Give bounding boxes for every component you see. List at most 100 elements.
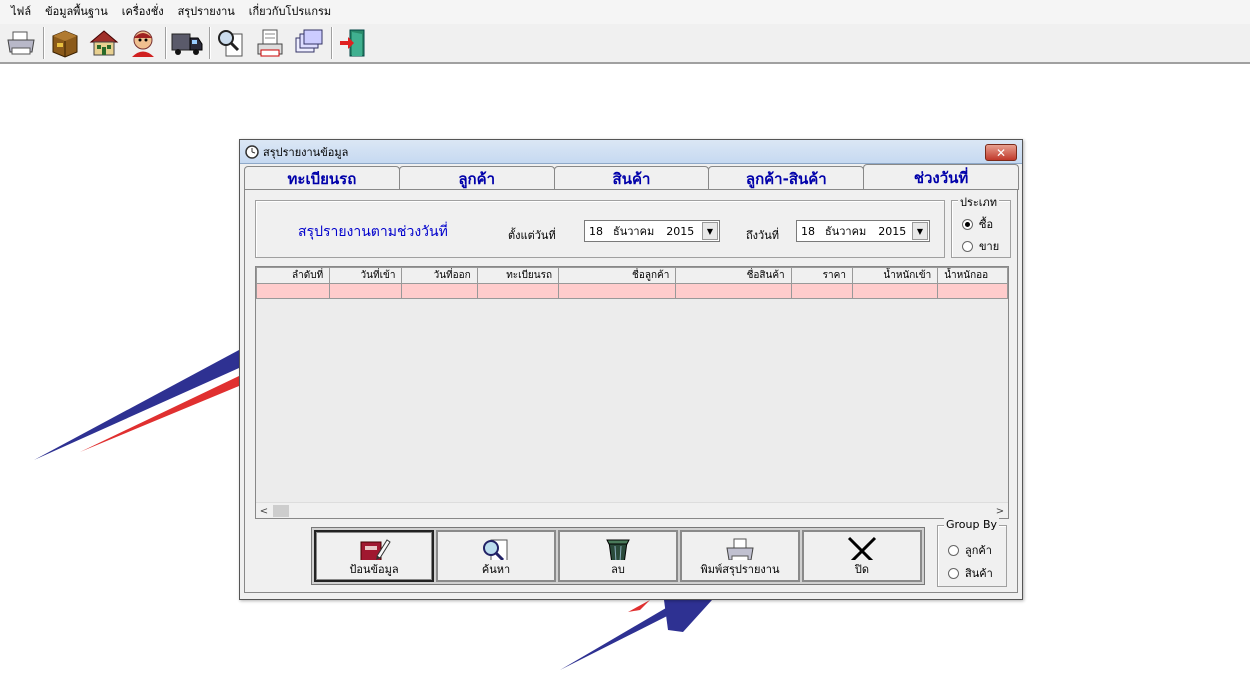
scroll-left-icon[interactable]: <	[256, 504, 272, 518]
to-date-picker[interactable]: 18 ธันวาคม 2015 ▼	[796, 220, 930, 242]
print-report-label: พิมพ์สรุปรายงาน	[700, 563, 780, 576]
report-dialog: สรุปรายงานข้อมูล ✕ ทะเบียนรถ ลูกค้า สินค…	[239, 139, 1023, 600]
tab-product[interactable]: สินค้า	[553, 166, 710, 190]
filter-box: สรุปรายงานตามช่วงวันที่ ตั้งแต่วันที่ 18…	[255, 200, 945, 258]
report-table: ลำดับที่ วันที่เข้า วันที่ออก ทะเบียนรถ …	[256, 267, 1008, 299]
box-icon	[52, 30, 78, 58]
from-month: ธันวาคม	[613, 225, 655, 238]
scroll-right-icon[interactable]: >	[992, 504, 1008, 518]
type-sell-label: ขาย	[979, 240, 1000, 253]
toolbar-separator	[43, 27, 45, 59]
column-header[interactable]: วันที่ออก	[401, 267, 478, 284]
printer-icon	[7, 31, 35, 55]
search-button[interactable]: ค้นหา	[436, 530, 556, 582]
dialog-title: สรุปรายงานข้อมูล	[263, 145, 349, 159]
group-by-customer-radio[interactable]: ลูกค้า	[948, 541, 992, 559]
type-buy-label: ซื้อ	[979, 218, 994, 231]
group-by-customer-label: ลูกค้า	[965, 544, 992, 557]
toolbar-customer-button[interactable]	[87, 26, 121, 60]
house-icon	[89, 30, 119, 56]
radio-empty-icon	[962, 240, 973, 252]
type-sell-radio[interactable]: ขาย	[962, 237, 999, 255]
group-by-product-radio[interactable]: สินค้า	[948, 564, 993, 582]
type-group: ประเภท ซื้อ ขาย	[951, 193, 1011, 258]
group-by-legend: Group By	[944, 518, 1000, 531]
table-cell[interactable]	[558, 283, 677, 299]
menu-master-data[interactable]: ข้อมูลพื้นฐาน	[38, 0, 115, 24]
tab-vehicle[interactable]: ทะเบียนรถ	[244, 166, 400, 190]
close-button[interactable]: ปิด	[802, 530, 922, 582]
person-icon	[132, 30, 154, 57]
table-cell[interactable]	[937, 283, 1008, 299]
menu-reports[interactable]: สรุปรายงาน	[171, 0, 242, 24]
toolbar-print-report-button[interactable]	[253, 26, 287, 60]
chevron-down-icon[interactable]: ▼	[912, 222, 928, 240]
toolbar-scale-button[interactable]	[170, 26, 204, 60]
report-title: สรุปรายงานตามช่วงวันที่	[298, 224, 448, 240]
toolbar-separator	[165, 27, 167, 59]
column-header[interactable]: ชื่อสินค้า	[675, 267, 792, 284]
dialog-close-button[interactable]: ✕	[985, 144, 1017, 161]
table-cell[interactable]	[790, 283, 853, 299]
close-x-icon	[847, 536, 877, 560]
toolbar-user-button[interactable]	[126, 26, 160, 60]
toolbar-separator	[209, 27, 211, 59]
to-day: 18	[801, 224, 815, 238]
to-date-label: ถึงวันที่	[746, 229, 779, 242]
report-grid[interactable]: ลำดับที่ วันที่เข้า วันที่ออก ทะเบียนรถ …	[255, 266, 1009, 519]
toolbar-product-button[interactable]	[48, 26, 82, 60]
menu-scale[interactable]: เครื่องชั่ง	[115, 0, 171, 24]
table-row[interactable]	[256, 283, 1008, 299]
tab-customer-product[interactable]: ลูกค้า-สินค้า	[708, 166, 865, 190]
tab-date-range[interactable]: ช่วงวันที่	[863, 164, 1019, 190]
from-date-label: ตั้งแต่วันที่	[508, 229, 556, 242]
column-header[interactable]: น้ำหนักออ	[937, 267, 1008, 284]
toolbar-report-button[interactable]	[292, 26, 326, 60]
horizontal-scrollbar[interactable]: < >	[256, 502, 1008, 518]
printer-icon	[726, 538, 754, 560]
column-header[interactable]: ราคา	[790, 267, 853, 284]
enter-data-label: ป้อนข้อมูล	[349, 563, 399, 576]
scroll-thumb[interactable]	[273, 505, 289, 517]
type-group-legend: ประเภท	[958, 193, 1000, 211]
print-doc-icon	[257, 29, 283, 57]
column-header[interactable]: ลำดับที่	[256, 267, 331, 284]
from-date-picker[interactable]: 18 ธันวาคม 2015 ▼	[584, 220, 720, 242]
close-icon: ✕	[995, 145, 1007, 160]
group-by-product-label: สินค้า	[965, 567, 993, 580]
tab-customer[interactable]: ลูกค้า	[398, 166, 555, 190]
toolbar-separator	[331, 27, 333, 59]
to-year: 2015	[878, 224, 907, 238]
print-report-button[interactable]: พิมพ์สรุปรายงาน	[680, 530, 800, 582]
table-cell[interactable]	[476, 283, 560, 299]
table-cell[interactable]	[401, 283, 478, 299]
app-clock-icon	[245, 144, 259, 159]
column-header[interactable]: วันที่เข้า	[329, 267, 403, 284]
column-header[interactable]: น้ำหนักเข้า	[851, 267, 939, 284]
close-label: ปิด	[854, 563, 870, 576]
menubar: ไฟล์ ข้อมูลพื้นฐาน เครื่องชั่ง สรุปรายงา…	[0, 0, 1250, 24]
toolbar-search-button[interactable]	[214, 26, 248, 60]
truck-icon	[171, 33, 203, 55]
type-buy-radio[interactable]: ซื้อ	[962, 215, 993, 233]
menu-file[interactable]: ไฟล์	[4, 0, 38, 24]
table-header-row: ลำดับที่ วันที่เข้า วันที่ออก ทะเบียนรถ …	[256, 267, 1008, 284]
delete-button[interactable]: ลบ	[558, 530, 678, 582]
report-tabs: ทะเบียนรถ ลูกค้า สินค้า ลูกค้า-สินค้า ช่…	[244, 164, 1019, 190]
menu-about[interactable]: เกี่ยวกับโปรแกรม	[242, 0, 338, 24]
column-header[interactable]: ชื่อลูกค้า	[558, 267, 677, 284]
toolbar	[0, 24, 1250, 64]
table-cell[interactable]	[256, 283, 331, 299]
action-button-bar: ป้อนข้อมูล ค้นหา ลบ พิมพ์สรุปรายงาน ปิด	[311, 527, 925, 585]
table-cell[interactable]	[675, 283, 792, 299]
toolbar-exit-button[interactable]	[336, 26, 370, 60]
toolbar-print-button[interactable]	[4, 26, 38, 60]
table-cell[interactable]	[329, 283, 403, 299]
column-header[interactable]: ทะเบียนรถ	[476, 267, 560, 284]
group-by-box: Group By ลูกค้า สินค้า	[937, 518, 1007, 587]
chevron-down-icon[interactable]: ▼	[702, 222, 718, 240]
dialog-titlebar[interactable]: สรุปรายงานข้อมูล ✕	[240, 140, 1022, 164]
from-year: 2015	[666, 224, 695, 238]
table-cell[interactable]	[851, 283, 939, 299]
enter-data-button[interactable]: ป้อนข้อมูล	[314, 530, 434, 582]
